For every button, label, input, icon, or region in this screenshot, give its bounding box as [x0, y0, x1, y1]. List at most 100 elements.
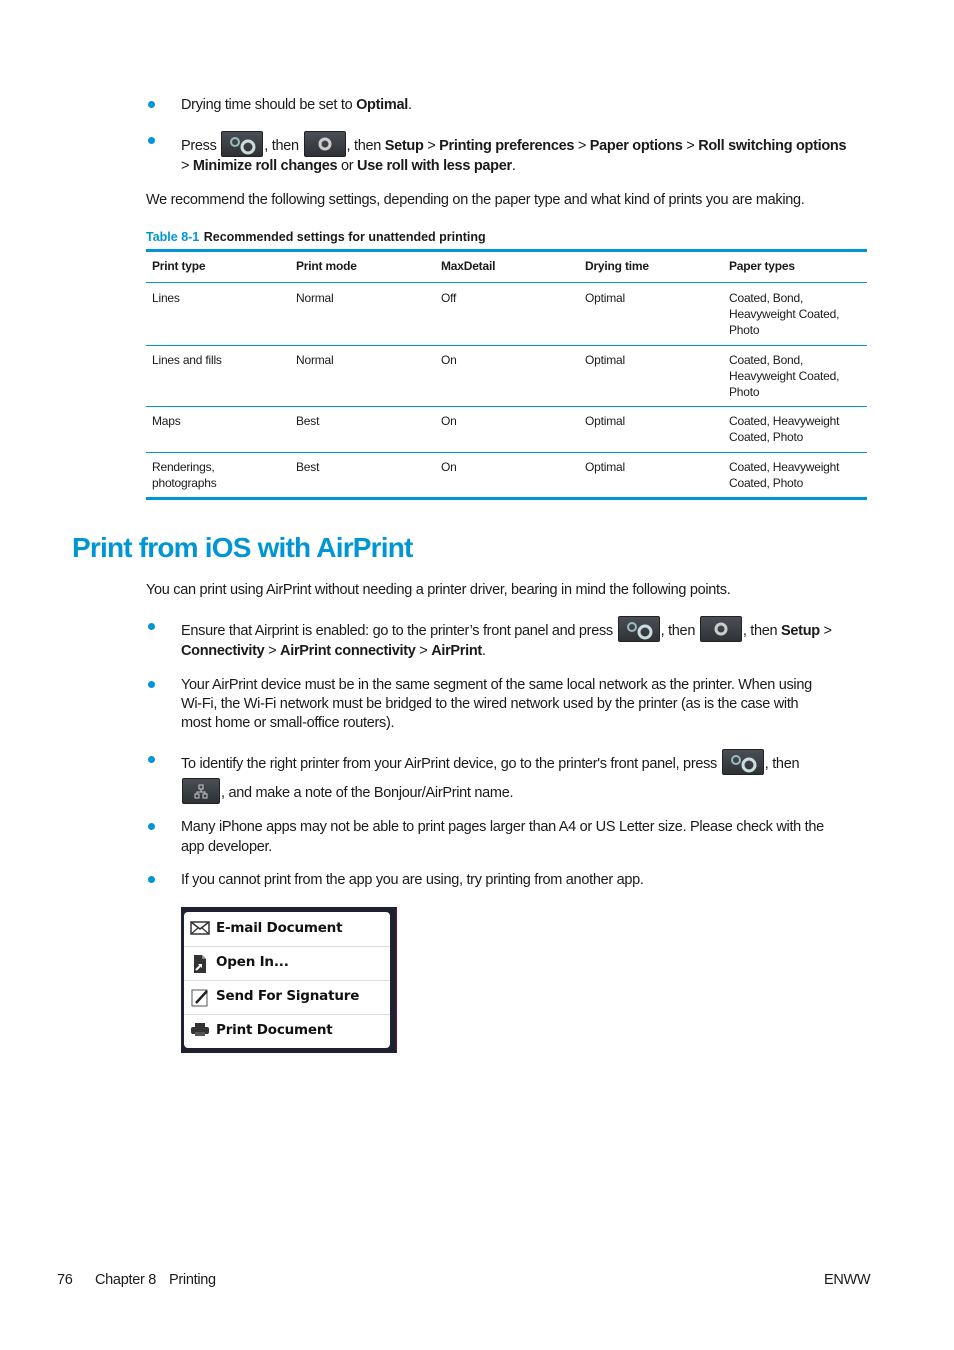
text: , then: [264, 137, 303, 154]
cell-line: Optimal: [585, 460, 625, 474]
cell-line: Coated, Bond,: [729, 291, 804, 305]
menu-item-label: Send For Signature: [216, 988, 360, 1004]
table-bottom-rule: [146, 497, 867, 500]
menu-item-print-document[interactable]: Print Document: [184, 1014, 390, 1048]
table-header-maxdetail: MaxDetail: [441, 259, 496, 273]
table-row-divider: [146, 345, 867, 346]
table-cell-print-mode: Normal: [296, 352, 334, 368]
text: Many iPhone apps may not be able to prin…: [181, 819, 824, 835]
menu-path-item: Connectivity: [181, 643, 265, 659]
text: Ensure that Airprint is enabled: go to t…: [181, 622, 617, 639]
menu-item-send-for-signature[interactable]: Send For Signature: [184, 980, 390, 1015]
cell-line: On: [441, 414, 457, 428]
bullet-marker: [148, 876, 155, 883]
bullet-line: most home or small-office routers).: [181, 714, 395, 733]
table-cell-drying-time: Optimal: [585, 290, 625, 306]
gear-button-icon: [303, 131, 346, 157]
menu-item-label: Open In...: [216, 954, 289, 970]
text: , then: [742, 622, 782, 639]
table-row-divider: [146, 406, 867, 407]
menu-paper-options: Paper options: [589, 137, 683, 154]
table-cell-drying-time: Optimal: [585, 413, 625, 429]
menu-path-item: AirPrint: [431, 643, 482, 659]
printer-icon: [190, 1022, 210, 1040]
text: , and make a note of the Bonjour/AirPrin…: [221, 784, 514, 801]
bullet-marker: [148, 101, 155, 108]
table-row-divider: [146, 282, 867, 283]
share-menu-panel: E-mail Document Open In... Send For Sign…: [184, 912, 390, 1048]
document-arrow-icon: [190, 954, 210, 973]
text: >: [181, 158, 193, 174]
cell-line: Photo: [729, 323, 760, 337]
table-cell-paper-types: Coated, Heavyweight Coated, Photo: [729, 459, 839, 491]
cell-line: Heavyweight Coated,: [729, 369, 840, 383]
cell-line: Lines and fills: [152, 353, 222, 367]
text: Wi-Fi, the Wi-Fi network must be bridged…: [181, 696, 799, 712]
footer-locale: ENWW: [824, 1272, 871, 1288]
cell-line: Lines: [152, 291, 180, 305]
text: >: [264, 643, 281, 659]
menu-use-roll-less-paper: Use roll with less paper: [357, 158, 512, 174]
section-title: Print from iOS with AirPrint: [72, 532, 413, 563]
bullet-line: If you cannot print from the app you are…: [181, 871, 644, 890]
cell-line: Renderings,: [152, 460, 215, 474]
bullet-marker: [148, 137, 155, 144]
cell-line: Off: [441, 291, 457, 305]
gear-button-icon: [699, 616, 742, 642]
pen-signature-icon: [190, 988, 210, 1007]
bullet-line: To identify the right printer from your …: [181, 749, 800, 777]
menu-item-email-document[interactable]: E-mail Document: [184, 912, 390, 947]
cell-line: Maps: [152, 414, 181, 428]
text: >: [574, 137, 590, 154]
bullet-marker: [148, 823, 155, 830]
table-cell-maxdetail: On: [441, 352, 457, 368]
table-header-print-type: Print type: [152, 259, 206, 273]
text: Your AirPrint device must be in the same…: [181, 677, 812, 693]
envelope-icon: [190, 920, 210, 938]
text: , then: [346, 137, 385, 154]
table-cell-paper-types: Coated, Bond, Heavyweight Coated, Photo: [729, 352, 839, 400]
table-cell-print-type: Lines and fills: [152, 352, 222, 368]
table-cell-paper-types: Coated, Bond, Heavyweight Coated, Photo: [729, 290, 839, 338]
text: .: [481, 643, 486, 659]
bullet-press-line2: > Minimize roll changes or Use roll with…: [181, 157, 516, 176]
text: >: [819, 622, 832, 639]
bold-text: Optimal: [356, 97, 408, 113]
text: To identify the right printer from your …: [181, 755, 721, 772]
menu-item-open-in[interactable]: Open In...: [184, 946, 390, 981]
cell-line: Best: [296, 414, 320, 428]
table-caption: Table 8-1 Recommended settings for unatt…: [146, 228, 486, 246]
footer-chapter-title: Printing: [169, 1272, 216, 1288]
bullet-drying-time: Drying time should be set to Optimal.: [181, 96, 412, 115]
text: , then: [764, 755, 800, 772]
bullet-marker: [148, 623, 155, 630]
menu-roll-switching-options: Roll switching options: [698, 137, 847, 154]
text: >: [415, 643, 432, 659]
cell-line: Coated, Photo: [729, 430, 804, 444]
table-cell-print-type: Renderings, photographs: [152, 459, 217, 491]
share-menu: E-mail Document Open In... Send For Sign…: [181, 907, 397, 1053]
gears-button-icon: [617, 616, 660, 642]
bullet-marker: [148, 756, 155, 763]
menu-setup: Setup: [384, 137, 424, 154]
menu-path-item: Setup: [781, 622, 820, 639]
table-header-print-mode: Print mode: [296, 259, 357, 273]
table-cell-drying-time: Optimal: [585, 352, 625, 368]
network-button-icon: [182, 778, 220, 804]
text: most home or small-office routers).: [181, 715, 395, 731]
table-caption-text: Recommended settings for unattended prin…: [203, 230, 486, 244]
table-row-divider: [146, 452, 867, 453]
cell-line: On: [441, 353, 457, 367]
table-cell-paper-types: Coated, Heavyweight Coated, Photo: [729, 413, 839, 445]
bullet-line: Connectivity > AirPrint connectivity > A…: [181, 642, 486, 661]
table-cell-maxdetail: On: [441, 459, 457, 475]
intro-paragraph: You can print using AirPrint without nee…: [146, 582, 731, 598]
cell-line: Heavyweight Coated,: [729, 307, 840, 321]
table-label: Table 8-1: [146, 230, 200, 244]
text: >: [682, 137, 699, 154]
table-top-rule: [146, 249, 867, 252]
text: >: [423, 137, 440, 154]
cell-line: Optimal: [585, 291, 625, 305]
table-cell-print-mode: Normal: [296, 290, 334, 306]
cell-line: Best: [296, 460, 320, 474]
